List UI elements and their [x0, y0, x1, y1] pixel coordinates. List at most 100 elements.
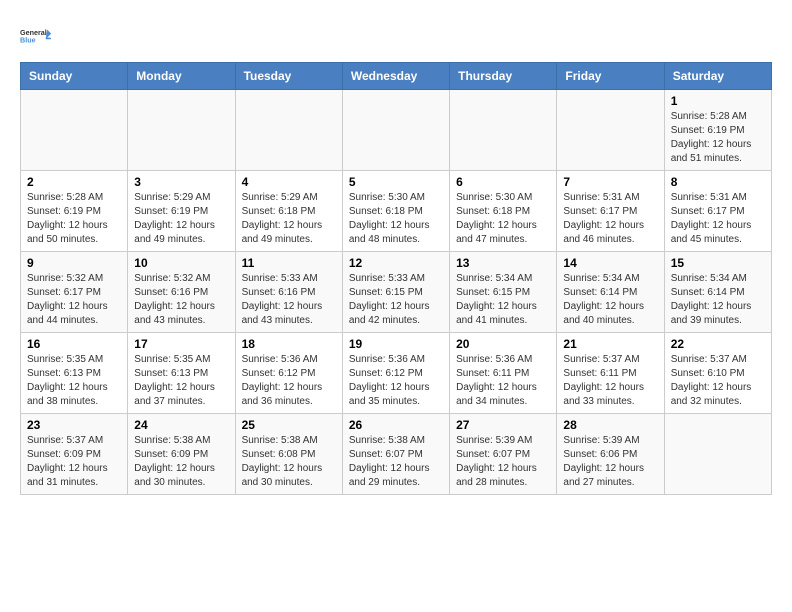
- calendar-cell: 7 Sunrise: 5:31 AM Sunset: 6:17 PM Daylig…: [557, 171, 664, 252]
- day-number: 3: [134, 175, 228, 189]
- weekday-friday: Friday: [557, 63, 664, 90]
- calendar-cell: 11 Sunrise: 5:33 AM Sunset: 6:16 PM Dayli…: [235, 252, 342, 333]
- day-info: Sunrise: 5:32 AM Sunset: 6:16 PM Dayligh…: [134, 272, 228, 328]
- day-info: Sunrise: 5:34 AM Sunset: 6:14 PM Dayligh…: [671, 272, 765, 328]
- day-number: 2: [27, 175, 121, 189]
- day-info: Sunrise: 5:34 AM Sunset: 6:15 PM Dayligh…: [456, 272, 550, 328]
- calendar-cell: 9 Sunrise: 5:32 AM Sunset: 6:17 PM Daylig…: [21, 252, 128, 333]
- day-number: 20: [456, 337, 550, 351]
- calendar-cell: 10Sunrise: 5:32 AM Sunset: 6:16 PM Dayli…: [128, 252, 235, 333]
- day-info: Sunrise: 5:35 AM Sunset: 6:13 PM Dayligh…: [134, 353, 228, 409]
- calendar-cell: 24Sunrise: 5:38 AM Sunset: 6:09 PM Dayli…: [128, 414, 235, 495]
- logo-icon: GeneralBlue: [20, 20, 52, 52]
- day-info: Sunrise: 5:36 AM Sunset: 6:11 PM Dayligh…: [456, 353, 550, 409]
- day-number: 27: [456, 418, 550, 432]
- calendar-cell: 25Sunrise: 5:38 AM Sunset: 6:08 PM Dayli…: [235, 414, 342, 495]
- calendar-week-4: 16Sunrise: 5:35 AM Sunset: 6:13 PM Dayli…: [21, 333, 772, 414]
- day-number: 8: [671, 175, 765, 189]
- day-info: Sunrise: 5:30 AM Sunset: 6:18 PM Dayligh…: [456, 191, 550, 247]
- day-number: 22: [671, 337, 765, 351]
- day-info: Sunrise: 5:38 AM Sunset: 6:07 PM Dayligh…: [349, 434, 443, 490]
- calendar-cell: 26 Sunrise: 5:38 AM Sunset: 6:07 PM Dayli…: [342, 414, 449, 495]
- day-info: Sunrise: 5:37 AM Sunset: 6:09 PM Dayligh…: [27, 434, 121, 490]
- calendar-week-1: 1 Sunrise: 5:28 AM Sunset: 6:19 PM Daylig…: [21, 90, 772, 171]
- calendar-cell: 4 Sunrise: 5:29 AM Sunset: 6:18 PM Daylig…: [235, 171, 342, 252]
- weekday-saturday: Saturday: [664, 63, 771, 90]
- calendar-cell: 21Sunrise: 5:37 AM Sunset: 6:11 PM Dayli…: [557, 333, 664, 414]
- calendar-cell: 20 Sunrise: 5:36 AM Sunset: 6:11 PM Dayli…: [450, 333, 557, 414]
- day-number: 14: [563, 256, 657, 270]
- calendar-cell: [21, 90, 128, 171]
- calendar-header: SundayMondayTuesdayWednesdayThursdayFrid…: [21, 63, 772, 90]
- day-info: Sunrise: 5:35 AM Sunset: 6:13 PM Dayligh…: [27, 353, 121, 409]
- calendar-cell: 8 Sunrise: 5:31 AM Sunset: 6:17 PM Daylig…: [664, 171, 771, 252]
- day-info: Sunrise: 5:39 AM Sunset: 6:06 PM Dayligh…: [563, 434, 657, 490]
- day-info: Sunrise: 5:29 AM Sunset: 6:19 PM Dayligh…: [134, 191, 228, 247]
- calendar-cell: [235, 90, 342, 171]
- day-number: 1: [671, 94, 765, 108]
- calendar-week-5: 23 Sunrise: 5:37 AM Sunset: 6:09 PM Dayli…: [21, 414, 772, 495]
- day-info: Sunrise: 5:38 AM Sunset: 6:08 PM Dayligh…: [242, 434, 336, 490]
- day-number: 5: [349, 175, 443, 189]
- day-number: 23: [27, 418, 121, 432]
- calendar-cell: 27 Sunrise: 5:39 AM Sunset: 6:07 PM Dayli…: [450, 414, 557, 495]
- day-info: Sunrise: 5:28 AM Sunset: 6:19 PM Dayligh…: [671, 110, 765, 166]
- calendar-cell: [664, 414, 771, 495]
- calendar-week-2: 2 Sunrise: 5:28 AM Sunset: 6:19 PM Daylig…: [21, 171, 772, 252]
- calendar-cell: 1 Sunrise: 5:28 AM Sunset: 6:19 PM Daylig…: [664, 90, 771, 171]
- calendar-cell: 17Sunrise: 5:35 AM Sunset: 6:13 PM Dayli…: [128, 333, 235, 414]
- day-info: Sunrise: 5:29 AM Sunset: 6:18 PM Dayligh…: [242, 191, 336, 247]
- calendar-cell: [450, 90, 557, 171]
- day-number: 26: [349, 418, 443, 432]
- calendar-table: SundayMondayTuesdayWednesdayThursdayFrid…: [20, 62, 772, 495]
- day-number: 19: [349, 337, 443, 351]
- day-info: Sunrise: 5:33 AM Sunset: 6:16 PM Dayligh…: [242, 272, 336, 328]
- day-number: 4: [242, 175, 336, 189]
- day-info: Sunrise: 5:31 AM Sunset: 6:17 PM Dayligh…: [671, 191, 765, 247]
- day-number: 13: [456, 256, 550, 270]
- calendar-cell: 23 Sunrise: 5:37 AM Sunset: 6:09 PM Dayli…: [21, 414, 128, 495]
- calendar-cell: 2 Sunrise: 5:28 AM Sunset: 6:19 PM Daylig…: [21, 171, 128, 252]
- calendar-body: 1 Sunrise: 5:28 AM Sunset: 6:19 PM Daylig…: [21, 90, 772, 495]
- page-header: GeneralBlue: [20, 20, 772, 52]
- day-number: 21: [563, 337, 657, 351]
- day-info: Sunrise: 5:37 AM Sunset: 6:10 PM Dayligh…: [671, 353, 765, 409]
- weekday-wednesday: Wednesday: [342, 63, 449, 90]
- weekday-sunday: Sunday: [21, 63, 128, 90]
- weekday-header-row: SundayMondayTuesdayWednesdayThursdayFrid…: [21, 63, 772, 90]
- calendar-cell: 16Sunrise: 5:35 AM Sunset: 6:13 PM Dayli…: [21, 333, 128, 414]
- calendar-cell: 22 Sunrise: 5:37 AM Sunset: 6:10 PM Dayli…: [664, 333, 771, 414]
- day-number: 18: [242, 337, 336, 351]
- weekday-tuesday: Tuesday: [235, 63, 342, 90]
- day-number: 15: [671, 256, 765, 270]
- weekday-monday: Monday: [128, 63, 235, 90]
- calendar-cell: 5Sunrise: 5:30 AM Sunset: 6:18 PM Daylig…: [342, 171, 449, 252]
- calendar-cell: 13 Sunrise: 5:34 AM Sunset: 6:15 PM Dayli…: [450, 252, 557, 333]
- calendar-cell: 28Sunrise: 5:39 AM Sunset: 6:06 PM Dayli…: [557, 414, 664, 495]
- day-number: 9: [27, 256, 121, 270]
- calendar-cell: 6 Sunrise: 5:30 AM Sunset: 6:18 PM Daylig…: [450, 171, 557, 252]
- day-info: Sunrise: 5:32 AM Sunset: 6:17 PM Dayligh…: [27, 272, 121, 328]
- calendar-cell: 15 Sunrise: 5:34 AM Sunset: 6:14 PM Dayli…: [664, 252, 771, 333]
- day-number: 24: [134, 418, 228, 432]
- day-number: 6: [456, 175, 550, 189]
- calendar-cell: [342, 90, 449, 171]
- calendar-cell: 14 Sunrise: 5:34 AM Sunset: 6:14 PM Dayli…: [557, 252, 664, 333]
- svg-text:Blue: Blue: [20, 35, 36, 44]
- day-info: Sunrise: 5:39 AM Sunset: 6:07 PM Dayligh…: [456, 434, 550, 490]
- calendar-cell: 19 Sunrise: 5:36 AM Sunset: 6:12 PM Dayli…: [342, 333, 449, 414]
- calendar-cell: [557, 90, 664, 171]
- day-info: Sunrise: 5:31 AM Sunset: 6:17 PM Dayligh…: [563, 191, 657, 247]
- day-info: Sunrise: 5:33 AM Sunset: 6:15 PM Dayligh…: [349, 272, 443, 328]
- day-number: 7: [563, 175, 657, 189]
- day-number: 11: [242, 256, 336, 270]
- calendar-cell: 18Sunrise: 5:36 AM Sunset: 6:12 PM Dayli…: [235, 333, 342, 414]
- calendar-cell: [128, 90, 235, 171]
- day-info: Sunrise: 5:28 AM Sunset: 6:19 PM Dayligh…: [27, 191, 121, 247]
- calendar-week-3: 9 Sunrise: 5:32 AM Sunset: 6:17 PM Daylig…: [21, 252, 772, 333]
- day-info: Sunrise: 5:34 AM Sunset: 6:14 PM Dayligh…: [563, 272, 657, 328]
- logo: GeneralBlue: [20, 20, 52, 52]
- day-info: Sunrise: 5:36 AM Sunset: 6:12 PM Dayligh…: [349, 353, 443, 409]
- calendar-cell: 3 Sunrise: 5:29 AM Sunset: 6:19 PM Daylig…: [128, 171, 235, 252]
- calendar-cell: 12Sunrise: 5:33 AM Sunset: 6:15 PM Dayli…: [342, 252, 449, 333]
